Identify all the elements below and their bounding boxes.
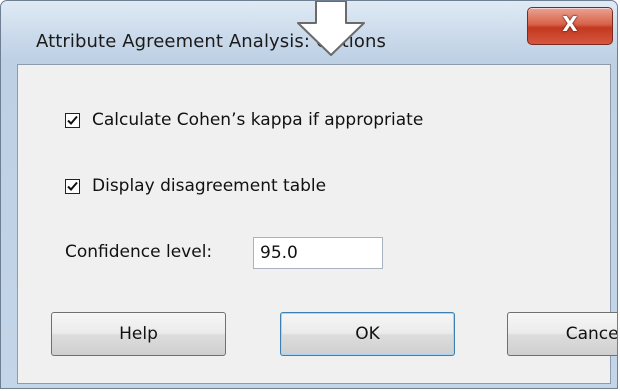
options-dialog: Attribute Agreement Analysis: Options X …	[0, 0, 618, 389]
close-button[interactable]: X	[527, 7, 613, 45]
disagreement-table-checkbox[interactable]	[65, 178, 80, 194]
checkmark-icon	[67, 115, 78, 125]
cohens-kappa-label: Calculate Cohen’s kappa if appropriate	[92, 110, 424, 130]
cohens-kappa-option[interactable]: Calculate Cohen’s kappa if appropriate	[65, 110, 423, 130]
close-icon: X	[562, 12, 578, 36]
down-arrow-icon	[297, 1, 365, 56]
cancel-button[interactable]: Cancel	[507, 312, 617, 356]
ok-button[interactable]: OK	[280, 312, 455, 356]
confidence-level-row: Confidence level:	[65, 242, 212, 262]
help-button[interactable]: Help	[51, 312, 226, 356]
cohens-kappa-checkbox[interactable]	[65, 112, 80, 128]
confidence-level-label: Confidence level:	[65, 242, 213, 262]
confidence-level-input[interactable]	[253, 237, 383, 269]
options-panel: Calculate Cohen’s kappa if appropriate D…	[17, 64, 617, 384]
disagreement-table-option[interactable]: Display disagreement table	[65, 176, 326, 196]
checkmark-icon	[67, 181, 78, 191]
disagreement-table-label: Display disagreement table	[92, 176, 327, 196]
